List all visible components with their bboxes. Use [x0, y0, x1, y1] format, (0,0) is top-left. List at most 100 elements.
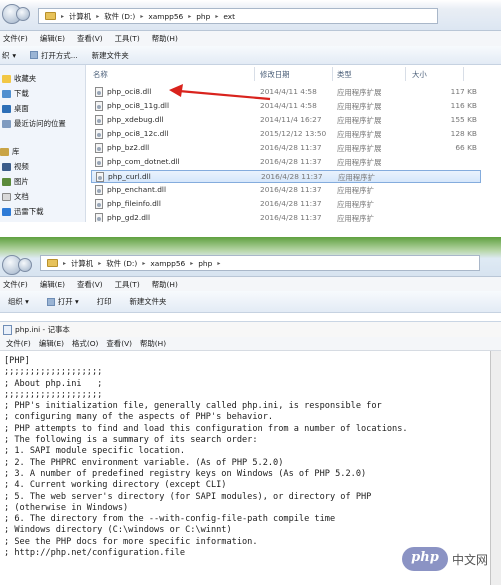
notepad-menu-bar: 文件(F) 编辑(E) 格式(O) 查看(V) 帮助(H): [0, 337, 501, 351]
menu-view[interactable]: 查看(V): [77, 279, 103, 290]
dll-file-icon: [95, 87, 103, 97]
text-line: ; configuring many of the aspects of PHP…: [4, 412, 274, 423]
menu-help[interactable]: 帮助(H): [152, 33, 178, 44]
command-bar: 组织 ▾ 打开 ▾ 打印 新建文件夹: [0, 291, 501, 313]
menu-view[interactable]: 查看(V): [77, 33, 103, 44]
breadcrumb-item[interactable]: php: [198, 259, 212, 268]
organize-button[interactable]: 织 ▾: [2, 50, 16, 61]
forward-button[interactable]: [18, 258, 32, 272]
breadcrumb-item[interactable]: xampp56: [150, 259, 185, 268]
menu-edit[interactable]: 编辑(E): [40, 279, 65, 290]
command-bar: 织 ▾ 打开方式... 新建文件夹: [0, 46, 501, 65]
text-line: ; 3. A number of predefined registry key…: [4, 468, 367, 479]
sidebar-item-recent[interactable]: 最近访问的位置: [2, 118, 66, 129]
explorer-window-ext: ▸ 计算机 ▸ 软件 (D:) ▸ xampp56 ▸ php ▸ ext 文件…: [0, 0, 501, 222]
file-row[interactable]: php_enchant.dll 2016/4/28 11:37 应用程序扩: [91, 184, 481, 197]
dll-file-icon: [95, 213, 103, 222]
breadcrumb-item[interactable]: 计算机: [69, 11, 91, 22]
menu-file[interactable]: 文件(F): [3, 279, 28, 290]
text-line: ;;;;;;;;;;;;;;;;;;;: [4, 367, 103, 378]
file-row[interactable]: php_gd2.dll 2016/4/28 11:37 应用程序扩: [91, 212, 481, 222]
text-line: ; 5. The web server's directory (for SAP…: [4, 491, 372, 502]
text-line: ; 2. The PHPRC environment variable. (As…: [4, 457, 284, 468]
breadcrumb-item[interactable]: ext: [223, 12, 235, 21]
thunder-icon: [2, 207, 11, 216]
sidebar-item-pictures[interactable]: 图片: [2, 176, 29, 187]
dll-file-icon: [95, 143, 103, 153]
breadcrumb-item[interactable]: php: [196, 12, 210, 21]
text-line: ; 4. Current working directory (except C…: [4, 480, 227, 491]
folder-icon: [45, 12, 56, 20]
menu-tools[interactable]: 工具(T): [115, 279, 140, 290]
address-input[interactable]: ▸ 计算机 ▸ 软件 (D:) ▸ xampp56 ▸ php ▸ ext: [38, 8, 438, 24]
arrow-head: [169, 84, 183, 97]
address-input[interactable]: ▸ 计算机 ▸ 软件 (D:) ▸ xampp56 ▸ php ▸: [40, 255, 480, 271]
red-arrow-annotation-icon: [169, 84, 271, 101]
file-row[interactable]: php_oci8_12c.dll 2015/12/12 13:50 应用程序扩展 12…: [91, 128, 481, 141]
new-folder-button[interactable]: 新建文件夹: [92, 50, 129, 61]
desktop-icon: [2, 104, 11, 113]
notepad-menu-file[interactable]: 文件(F): [6, 338, 31, 349]
menu-help[interactable]: 帮助(H): [152, 279, 178, 290]
sidebar-item-desktop[interactable]: 桌面: [2, 103, 29, 114]
menu-bar: 文件(F) 编辑(E) 查看(V) 工具(T) 帮助(H): [0, 31, 501, 46]
breadcrumb-item[interactable]: 软件 (D:): [106, 258, 137, 269]
notepad-title: php.ini - 记事本: [15, 325, 70, 334]
file-row-selected[interactable]: php_curl.dll 2016/4/28 11:37 应用程序扩: [91, 170, 481, 183]
dll-file-icon: [95, 199, 103, 209]
sidebar-item-videos[interactable]: 视频: [2, 161, 29, 172]
forward-button[interactable]: [16, 7, 30, 21]
navigation-pane: 收藏夹 下载 桌面 最近访问的位置 库 视频 图片 文档 迅雷下载: [0, 65, 86, 222]
explorer-window-php: ▸ 计算机 ▸ 软件 (D:) ▸ xampp56 ▸ php ▸ 文件(F) …: [0, 237, 501, 585]
file-row[interactable]: php_fileinfo.dll 2016/4/28 11:37 应用程序扩: [91, 198, 481, 211]
menu-edit[interactable]: 编辑(E): [40, 33, 65, 44]
sidebar-item-downloads[interactable]: 下载: [2, 88, 29, 99]
dll-file-icon: [95, 129, 103, 139]
file-row[interactable]: php_oci8.dll 2014/4/11 4:58 应用程序扩展 117 KB: [91, 86, 481, 99]
breadcrumb-item[interactable]: xampp56: [148, 12, 183, 21]
folder-icon: [47, 259, 58, 267]
file-row[interactable]: php_oci8_11g.dll 2014/4/11 4:58 应用程序扩展 116 …: [91, 100, 481, 113]
sidebar-item-documents[interactable]: 文档: [2, 191, 29, 202]
menu-bar: 文件(F) 编辑(E) 查看(V) 工具(T) 帮助(H): [0, 277, 501, 291]
text-line: ; 1. SAPI module specific location.: [4, 446, 186, 457]
text-line: ; Windows directory (C:\windows or C:\wi…: [4, 525, 232, 536]
text-line: ; (otherwise in Windows): [4, 502, 129, 513]
open-with-button[interactable]: 打开方式...: [30, 50, 78, 61]
notepad-title-bar: php.ini - 记事本: [0, 321, 501, 337]
column-header-name[interactable]: 名称: [93, 69, 108, 80]
address-bar: ▸ 计算机 ▸ 软件 (D:) ▸ xampp56 ▸ php ▸ ext: [0, 0, 501, 31]
sidebar-item-thunder-downloads[interactable]: 迅雷下载: [2, 206, 44, 217]
notepad-menu-help[interactable]: 帮助(H): [140, 338, 166, 349]
dll-file-icon: [95, 157, 103, 167]
print-button[interactable]: 打印: [97, 296, 112, 307]
document-icon: [2, 192, 11, 201]
text-line: ; The following is a summary of its sear…: [4, 435, 258, 446]
open-button[interactable]: 打开 ▾: [46, 296, 79, 307]
notepad-menu-view[interactable]: 查看(V): [106, 338, 132, 349]
file-row[interactable]: php_com_dotnet.dll 2016/4/28 11:37 应用程序扩展: [91, 156, 481, 169]
file-row[interactable]: php_bz2.dll 2016/4/28 11:37 应用程序扩展 66 KB: [91, 142, 481, 155]
recent-places-icon: [2, 119, 11, 128]
sidebar-item-libraries[interactable]: 库: [0, 146, 19, 157]
php-logo: php: [402, 547, 448, 571]
notepad-menu-edit[interactable]: 编辑(E): [39, 338, 64, 349]
open-with-icon: [30, 51, 39, 59]
column-header-type[interactable]: 类型: [337, 69, 352, 80]
text-line: ; About php.ini ;: [4, 378, 103, 389]
text-line: ; PHP attempts to find and load this con…: [4, 423, 408, 434]
organize-button[interactable]: 组织 ▾: [8, 296, 29, 307]
sidebar-item-favorites[interactable]: 收藏夹: [2, 73, 36, 84]
notepad-scrollbar[interactable]: [491, 351, 501, 585]
text-line: ; PHP's initialization file, generally c…: [4, 401, 382, 412]
menu-tools[interactable]: 工具(T): [115, 33, 140, 44]
file-list: 名称 修改日期 类型 大小 php_oci8.dll 2014/4/11 4:58…: [87, 65, 501, 222]
notepad-menu-format[interactable]: 格式(O): [72, 338, 98, 349]
column-header-size[interactable]: 大小: [412, 69, 427, 80]
file-row[interactable]: php_xdebug.dll 2014/11/4 16:27 应用程序扩展 155 K…: [91, 114, 481, 127]
breadcrumb-item[interactable]: 软件 (D:): [104, 11, 135, 22]
breadcrumb-item[interactable]: 计算机: [71, 258, 93, 269]
menu-file[interactable]: 文件(F): [3, 33, 28, 44]
column-header-modified[interactable]: 修改日期: [260, 69, 290, 80]
new-folder-button[interactable]: 新建文件夹: [129, 296, 166, 307]
